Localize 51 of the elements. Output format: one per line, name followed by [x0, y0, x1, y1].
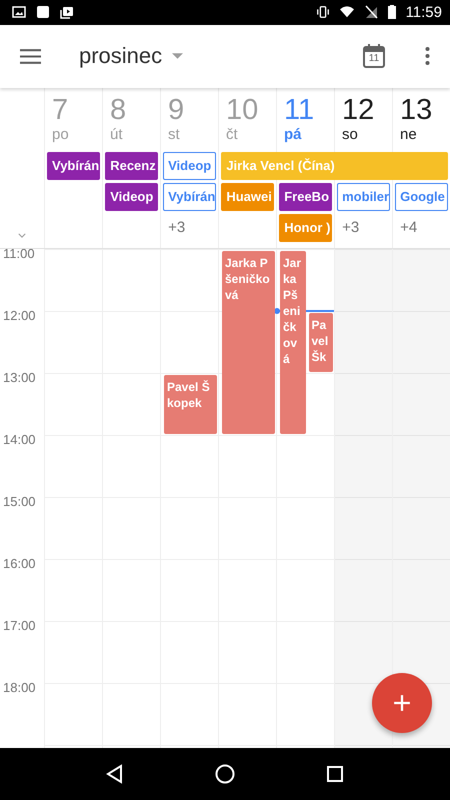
more-options-icon[interactable] [425, 47, 430, 66]
plus-icon [393, 694, 411, 712]
today-calendar-icon[interactable]: 11 [363, 44, 385, 68]
all-day-event[interactable]: Vybírán [47, 152, 100, 180]
dropdown-icon[interactable] [172, 53, 184, 60]
calendar-event[interactable]: Pavel Šk [308, 312, 333, 372]
expand-icon[interactable] [18, 232, 26, 238]
all-day-event[interactable]: Videop [163, 152, 216, 180]
square-icon [36, 5, 50, 20]
day-header[interactable]: 10 čt [218, 88, 276, 148]
day-header[interactable]: 12 so [334, 88, 392, 148]
more-events-link[interactable]: +3 [168, 219, 186, 236]
hour-label: 15:00 [3, 494, 36, 509]
clock: 11:59 [406, 4, 442, 21]
hour-label: 11:00 [3, 248, 35, 261]
day-header[interactable]: 9 st [160, 88, 218, 148]
all-day-event[interactable]: Honor ) [279, 214, 332, 242]
back-icon[interactable] [105, 764, 125, 784]
battery-icon [388, 5, 396, 20]
image-icon [12, 5, 26, 20]
more-events-link[interactable]: +4 [400, 219, 418, 236]
add-event-button[interactable] [372, 672, 432, 733]
all-day-event[interactable]: Vybírán [163, 182, 216, 211]
all-day-event[interactable]: FreeBo [279, 182, 332, 211]
hour-label: 16:00 [3, 556, 36, 571]
hour-label: 18:00 [3, 680, 36, 695]
menu-icon[interactable] [20, 48, 41, 64]
calendar-event[interactable]: Jarka Pšeničková [280, 250, 306, 434]
home-icon[interactable] [215, 764, 235, 784]
all-day-event[interactable]: Google [395, 182, 448, 211]
all-day-event[interactable]: Huawei [221, 182, 274, 211]
hour-label: 14:00 [3, 432, 36, 447]
all-day-event[interactable]: mobiler [337, 182, 390, 211]
hour-label: 13:00 [3, 370, 36, 385]
day-header[interactable]: 13 ne [392, 88, 450, 148]
hour-label: 17:00 [3, 618, 36, 633]
day-header[interactable]: 7 po [44, 88, 102, 148]
all-day-event[interactable]: Recenz [105, 152, 158, 180]
day-header[interactable]: 11 pá [276, 88, 334, 148]
vibrate-icon [316, 5, 330, 20]
calendar-event[interactable]: Jarka Pšeničková [222, 250, 275, 434]
no-signal-icon [364, 5, 378, 20]
day-header[interactable]: 8 út [102, 88, 160, 148]
hour-label: 12:00 [3, 308, 36, 323]
video-icon [60, 5, 74, 20]
calendar-event[interactable]: Pavel Škopek [164, 374, 217, 434]
more-events-link[interactable]: +3 [342, 219, 360, 236]
month-title[interactable]: prosinec [79, 43, 162, 70]
recents-icon[interactable] [325, 764, 345, 784]
wifi-icon [340, 5, 354, 20]
all-day-event[interactable]: Videop [105, 182, 158, 211]
